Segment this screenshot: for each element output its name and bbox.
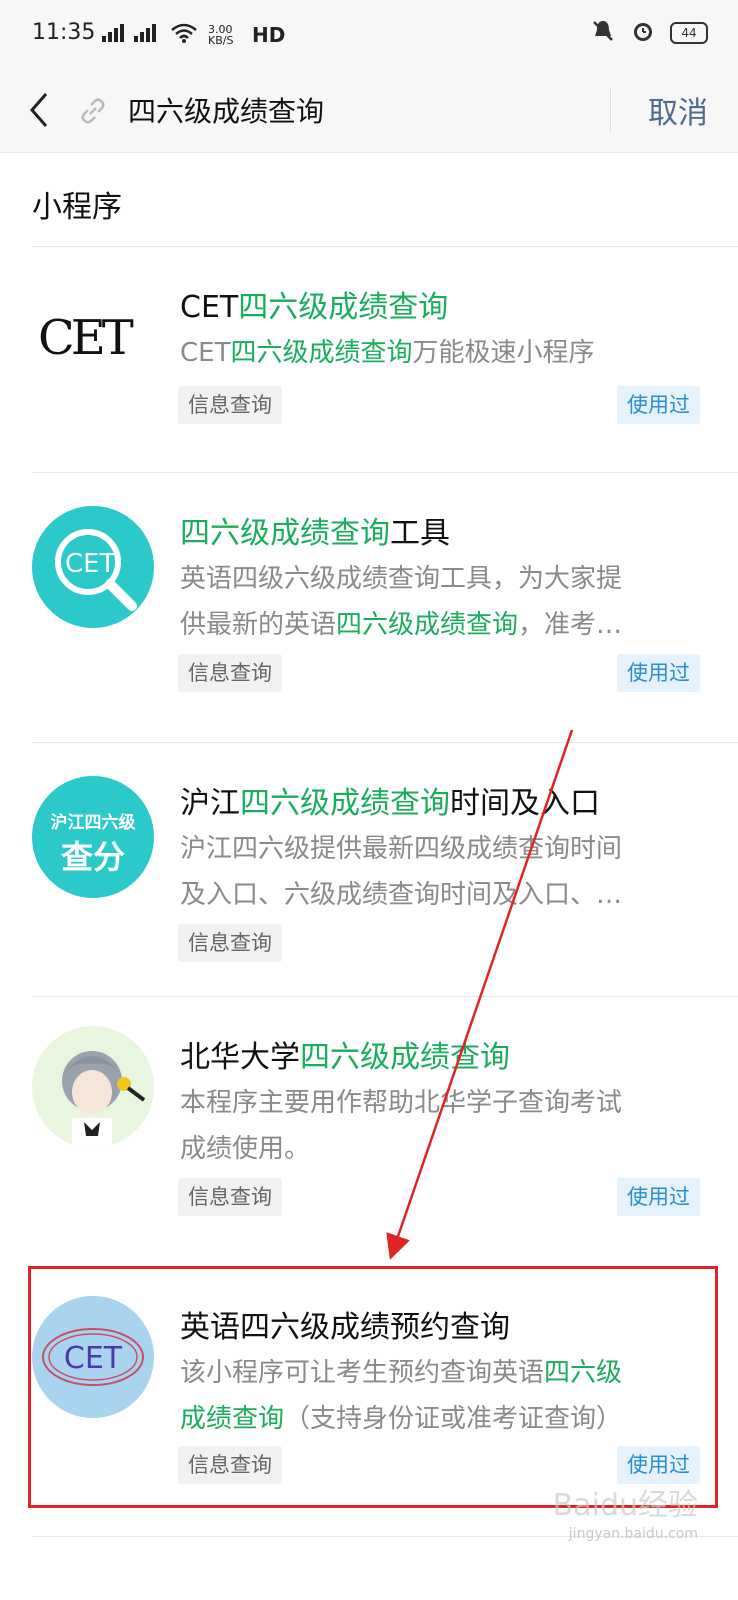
title-highlight: 四六级成绩查询 (240, 786, 450, 821)
category-tag: 信息查询 (178, 654, 282, 692)
result-description: 沪江四六级提供最新四级成绩查询时间 及入口、六级成绩查询时间及入口、… (180, 826, 700, 918)
desc-text: 沪江四六级提供最新四级成绩查询时间 (180, 834, 623, 864)
section-title: 小程序 (32, 190, 122, 225)
app-logo: CET (32, 274, 154, 396)
wifi-icon (170, 22, 198, 47)
app-logo: CET (32, 506, 154, 628)
result-title: 北华大学四六级成绩查询 (180, 1032, 510, 1076)
result-description: 本程序主要用作帮助北华学子查询考试 成绩使用。 (180, 1080, 700, 1172)
title-text: 时间及入口 (450, 786, 600, 821)
title-highlight: 四六级成绩查询 (238, 290, 449, 325)
desc-highlight: 四六级成绩查询 (336, 610, 519, 640)
result-title: 沪江四六级成绩查询时间及入口 (180, 778, 600, 822)
watermark-url: jingyan.baidu.com (568, 1526, 698, 1542)
title-text: CET (180, 290, 239, 325)
category-tag: 信息查询 (178, 386, 282, 424)
title-text: 工具 (390, 516, 450, 551)
status-bar: 11:35 3.00 KB/S HD 44 (0, 0, 738, 70)
used-badge: 使用过 (617, 654, 700, 692)
watermark: Baidu经验 (552, 1488, 698, 1523)
link-icon (76, 94, 110, 128)
back-button[interactable] (20, 88, 60, 132)
desc-text: ，准考… (518, 610, 623, 640)
status-time: 11:35 (32, 20, 96, 45)
status-right-icons: 44 (590, 18, 708, 48)
category-tag: 信息查询 (178, 1178, 282, 1216)
search-divider (610, 88, 611, 132)
desc-text: 及入口、六级成绩查询时间及入口、… (180, 880, 623, 910)
title-text: 沪江 (180, 786, 240, 821)
desc-text: 本程序主要用作帮助北华学子查询考试 (180, 1088, 623, 1118)
logo-text: CET (65, 549, 116, 579)
result-item[interactable]: CET 四六级成绩查询工具 英语四级六级成绩查询工具，为大家提 供最新的英语四六… (0, 472, 738, 742)
search-input[interactable]: 四六级成绩查询 (128, 90, 324, 130)
logo-text: 查分 (61, 838, 125, 876)
title-highlight: 四六级成绩查询 (180, 516, 390, 551)
desc-text: 供最新的英语 (180, 610, 337, 640)
app-logo: 沪江四六级 查分 (32, 776, 154, 898)
result-item[interactable]: CET CET四六级成绩查询 CET四六级成绩查询万能极速小程序 信息查询 使用… (0, 246, 738, 472)
desc-text: 英语四级六级成绩查询工具，为大家提 (180, 564, 623, 594)
result-title: 四六级成绩查询工具 (180, 508, 450, 552)
result-item[interactable]: 北华大学四六级成绩查询 本程序主要用作帮助北华学子查询考试 成绩使用。 信息查询… (0, 996, 738, 1264)
category-tag: 信息查询 (178, 924, 282, 962)
used-badge: 使用过 (617, 386, 700, 424)
desc-text: 万能极速小程序 (412, 338, 595, 368)
result-item[interactable]: 沪江四六级 查分 沪江四六级成绩查询时间及入口 沪江四六级提供最新四级成绩查询时… (0, 742, 738, 996)
app-avatar (32, 1026, 154, 1148)
net-speed: 3.00 KB/S (208, 22, 234, 47)
annotation-highlight-box (28, 1266, 718, 1508)
hd-label: HD (252, 22, 286, 47)
chevron-left-icon (30, 93, 48, 127)
mute-icon (590, 18, 616, 48)
result-description: 英语四级六级成绩查询工具，为大家提 供最新的英语四六级成绩查询，准考… (180, 556, 700, 648)
title-highlight: 四六级成绩查询 (300, 1040, 510, 1075)
search-bar: 四六级成绩查询 取消 (0, 70, 738, 153)
cancel-button[interactable]: 取消 (648, 88, 708, 132)
desc-text: 成绩使用。 (180, 1134, 311, 1164)
desc-highlight: 四六级成绩查询 (230, 338, 413, 368)
battery-icon: 44 (670, 22, 708, 44)
desc-text: CET (180, 338, 231, 368)
status-left-icons: 3.00 KB/S HD (100, 22, 285, 47)
result-description: CET四六级成绩查询万能极速小程序 (180, 330, 700, 376)
result-title: CET四六级成绩查询 (180, 282, 448, 326)
logo-text: CET (38, 310, 134, 366)
alarm-icon (630, 18, 656, 48)
logo-text: 沪江四六级 (51, 812, 136, 833)
used-badge: 使用过 (617, 1178, 700, 1216)
title-text: 北华大学 (180, 1040, 300, 1075)
signal-icon (100, 22, 160, 47)
